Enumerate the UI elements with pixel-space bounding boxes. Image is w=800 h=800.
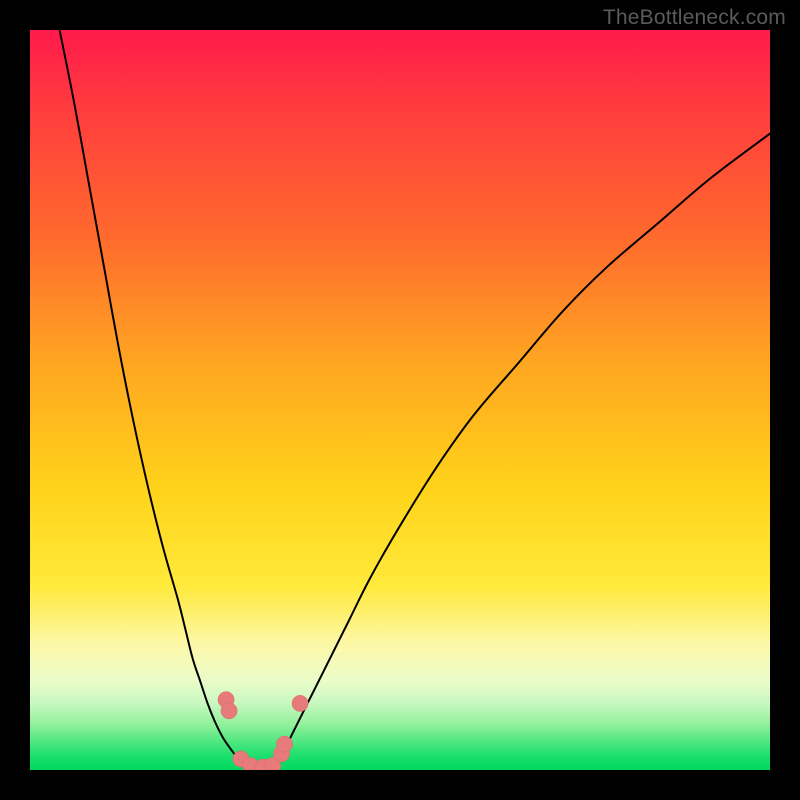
curve-left-branch (60, 30, 245, 764)
data-marker (221, 703, 237, 719)
data-marker (292, 695, 308, 711)
watermark-text: TheBottleneck.com (603, 6, 786, 30)
curve-layer (30, 30, 770, 770)
plot-area (30, 30, 770, 770)
curve-right-branch (274, 134, 770, 764)
data-marker (276, 736, 292, 752)
chart-frame: TheBottleneck.com (0, 0, 800, 800)
